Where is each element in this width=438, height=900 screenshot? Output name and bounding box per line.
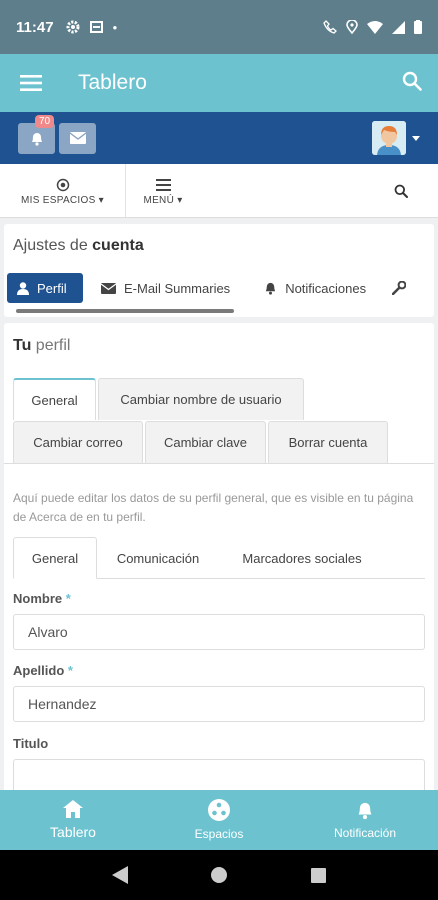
envelope-icon [101,282,116,294]
calendar-icon [89,21,103,33]
signal-icon [392,20,405,34]
my-spaces-dropdown[interactable]: MIS ESPACIOS ▾ [0,164,126,217]
tabs-scroll-indicator[interactable] [16,309,234,313]
avatar [372,121,406,155]
account-settings-card: Ajustes de cuenta Perfil E-Mail Summarie… [4,224,434,317]
tabs-divider [4,463,434,464]
status-bar: 11:47 ● [0,0,438,54]
top-bar: 70 [0,112,438,164]
target-icon [56,178,69,192]
search-button[interactable] [364,164,438,217]
apellido-label: Apellido * [13,663,73,678]
envelope-icon [69,132,86,144]
tab-cambiar-clave[interactable]: Cambiar clave [145,421,266,463]
bottom-nav-notificacion[interactable]: Notificación [292,790,438,850]
tab-general[interactable]: General [13,378,96,420]
account-settings-heading: Ajustes de cuenta [13,237,144,254]
bell-icon [31,132,42,146]
user-menu[interactable] [372,121,420,155]
tab-cambiar-nombre-usuario[interactable]: Cambiar nombre de usuario [98,378,304,420]
nav-row: MIS ESPACIOS ▾ MENÚ ▾ [0,164,438,218]
tab-more[interactable] [382,273,416,303]
back-icon[interactable] [111,866,128,884]
notifications-button[interactable]: 70 [18,114,55,154]
tab-perfil[interactable]: Perfil [7,273,83,303]
menu-label: MENÚ [143,195,175,206]
home-circle-icon[interactable] [211,867,228,883]
home-icon [63,800,83,818]
account-tabs: Perfil E-Mail Summaries Notificaciones [7,272,437,304]
tab-email-summaries-label: E-Mail Summaries [124,280,231,296]
titulo-label: Titulo [13,736,49,751]
profile-heading: Tu perfil [13,337,71,354]
dot-icon: ● [112,22,118,32]
profile-description: Aquí puede editar los datos de su perfil… [13,491,414,524]
subtab-general[interactable]: General [13,537,97,579]
bell-icon [358,802,372,820]
bottom-nav-notificacion-label: Notificación [333,826,397,840]
hamburger-menu-icon[interactable] [0,75,62,91]
user-icon [17,281,29,295]
tab-email-summaries[interactable]: E-Mail Summaries [91,273,240,303]
app-bar: Tablero [0,54,438,112]
tab-cambiar-correo[interactable]: Cambiar correo [13,421,143,463]
system-navigation-bar [0,850,438,900]
menu-dropdown[interactable]: MENÚ ▾ [126,164,200,217]
subtab-marcadores-sociales[interactable]: Marcadores sociales [225,537,379,579]
caret-down-icon: ▾ [98,195,104,206]
bottom-nav-espacios[interactable]: Espacios [146,790,292,850]
apellido-field[interactable]: Hernandez [13,686,425,722]
tab-notificaciones[interactable]: Notificaciones [254,273,376,303]
bell-icon [266,282,276,295]
search-icon[interactable] [402,71,422,96]
my-spaces-label: MIS ESPACIOS [21,195,96,206]
location-icon [346,20,358,34]
bottom-nav-tablero-label: Tablero [50,824,96,840]
tab-perfil-label: Perfil [37,280,67,296]
wrench-icon [392,281,407,295]
app-title: Tablero [78,71,147,94]
notification-count-badge: 70 [35,114,55,128]
nombre-label: Nombre * [13,591,71,606]
caret-down-icon: ▾ [177,195,183,206]
wifi-call-icon [323,20,337,34]
wifi-icon [367,20,383,34]
list-icon [155,179,171,191]
battery-icon [414,20,422,34]
status-time: 11:47 [16,18,54,36]
tab-notificaciones-label: Notificaciones [285,280,367,296]
bottom-navigation: Tablero Espacios Notificación [0,790,438,850]
profile-card: Tu perfil General Cambiar nombre de usua… [4,323,434,803]
profile-subtabs: General Comunicación Marcadores sociales [13,537,425,579]
search-icon [394,184,408,198]
nombre-field[interactable]: Alvaro [13,614,425,650]
bottom-nav-espacios-label: Espacios [194,827,244,841]
recents-icon[interactable] [311,867,327,883]
messages-button[interactable] [59,122,96,154]
tab-borrar-cuenta[interactable]: Borrar cuenta [268,421,388,463]
bottom-nav-tablero[interactable]: Tablero [0,790,146,850]
settings-gear-icon [66,20,80,34]
spaces-icon [208,799,230,821]
subtab-comunicacion[interactable]: Comunicación [101,537,215,579]
chevron-down-icon [412,135,420,141]
